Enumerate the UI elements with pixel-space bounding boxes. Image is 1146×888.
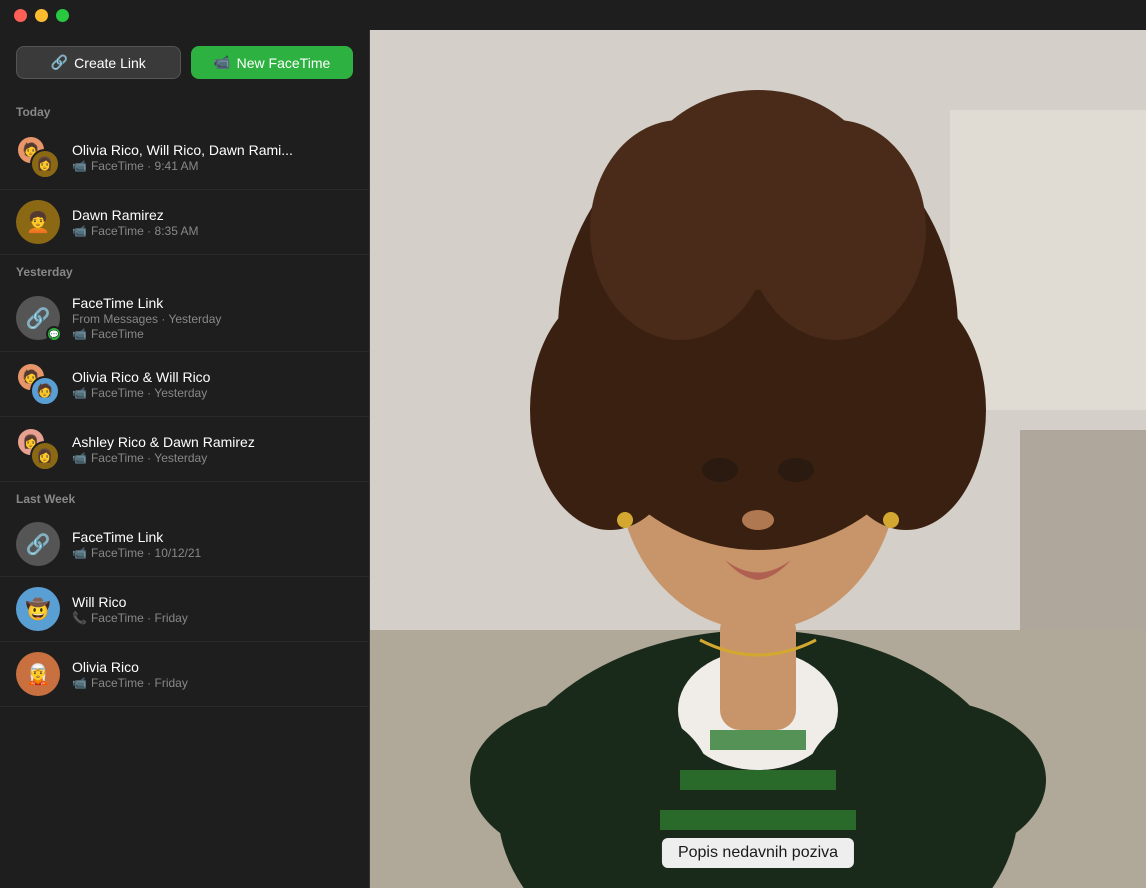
call-info-ashley-dawn: Ashley Rico & Dawn Ramirez 📹 FaceTime · … <box>72 434 353 465</box>
call-item-will[interactable]: 🤠 Will Rico 📞 FaceTime · Friday <box>0 577 369 642</box>
call-meta: 📞 FaceTime · Friday <box>72 611 353 625</box>
section-yesterday: Yesterday <box>0 255 369 285</box>
avatar-group-ashley-dawn: 👩 👩 <box>16 427 60 471</box>
toolbar: 🔗 Create Link 📹 New FaceTime <box>0 30 369 95</box>
call-info-olivia-lastweek: Olivia Rico 📹 FaceTime · Friday <box>72 659 353 690</box>
call-meta: 📹 FaceTime · 8:35 AM <box>72 224 353 238</box>
video-icon: 📹 <box>72 159 87 173</box>
call-meta: 📹 FaceTime · Yesterday <box>72 451 353 465</box>
avatar-olivia-lastweek: 🧝 <box>16 652 60 696</box>
call-name: Olivia Rico <box>72 659 353 675</box>
main-layout: 🔗 Create Link 📹 New FaceTime Today 🧑 👩 O… <box>0 30 1146 888</box>
sidebar: 🔗 Create Link 📹 New FaceTime Today 🧑 👩 O… <box>0 30 370 888</box>
call-name: FaceTime Link <box>72 529 353 545</box>
call-item-olivia-lastweek[interactable]: 🧝 Olivia Rico 📹 FaceTime · Friday <box>0 642 369 707</box>
call-info-olivia-will-dawn: Olivia Rico, Will Rico, Dawn Rami... 📹 F… <box>72 142 353 173</box>
new-facetime-button[interactable]: 📹 New FaceTime <box>191 46 354 79</box>
fullscreen-button[interactable] <box>56 9 69 22</box>
call-item-olivia-will-dawn[interactable]: 🧑 👩 Olivia Rico, Will Rico, Dawn Rami...… <box>0 125 369 190</box>
caption: Popis nedavnih poziva <box>662 838 854 868</box>
call-meta: 📹 FaceTime · Yesterday <box>72 386 353 400</box>
video-icon: 📹 <box>72 546 87 560</box>
call-name: Olivia Rico & Will Rico <box>72 369 353 385</box>
video-icon: 📹 <box>72 327 87 341</box>
video-icon: 📹 <box>72 224 87 238</box>
video-icon: 📹 <box>72 451 87 465</box>
call-meta-from: From Messages · Yesterday <box>72 312 353 326</box>
avatar-group-olivia-will: 🧑 🧑 <box>16 362 60 406</box>
call-meta: 📹 FaceTime · 9:41 AM <box>72 159 353 173</box>
avatar-link-yesterday: 🔗 💬 <box>16 296 60 340</box>
video-icon: 📹 <box>72 676 87 690</box>
messages-badge: 💬 <box>46 326 62 342</box>
camera-background <box>370 30 1146 888</box>
avatar-dawn: 🧑‍🦱 <box>16 200 60 244</box>
camera-view: Popis nedavnih poziva <box>370 30 1146 888</box>
call-meta: 📹 FaceTime · Friday <box>72 676 353 690</box>
avatar-group-olivia-will-dawn: 🧑 👩 <box>16 135 60 179</box>
section-lastweek: Last Week <box>0 482 369 512</box>
avatar-will: 🤠 <box>16 587 60 631</box>
call-info-will: Will Rico 📞 FaceTime · Friday <box>72 594 353 625</box>
call-name: Will Rico <box>72 594 353 610</box>
call-item-facetime-link-yesterday[interactable]: 🔗 💬 FaceTime Link From Messages · Yester… <box>0 285 369 352</box>
call-item-dawn[interactable]: 🧑‍🦱 Dawn Ramirez 📹 FaceTime · 8:35 AM <box>0 190 369 255</box>
call-info-dawn: Dawn Ramirez 📹 FaceTime · 8:35 AM <box>72 207 353 238</box>
video-icon: 📹 <box>72 386 87 400</box>
call-name: Dawn Ramirez <box>72 207 353 223</box>
call-name: Ashley Rico & Dawn Ramirez <box>72 434 353 450</box>
call-name: Olivia Rico, Will Rico, Dawn Rami... <box>72 142 353 158</box>
title-bar <box>0 0 1146 30</box>
video-camera-icon: 📹 <box>213 54 230 71</box>
avatar-link-lastweek: 🔗 <box>16 522 60 566</box>
call-name: FaceTime Link <box>72 295 353 311</box>
close-button[interactable] <box>14 9 27 22</box>
call-item-olivia-will[interactable]: 🧑 🧑 Olivia Rico & Will Rico 📹 FaceTime ·… <box>0 352 369 417</box>
section-today: Today <box>0 95 369 125</box>
call-item-ashley-dawn[interactable]: 👩 👩 Ashley Rico & Dawn Ramirez 📹 FaceTim… <box>0 417 369 482</box>
create-link-label: Create Link <box>74 55 146 71</box>
call-info-olivia-will: Olivia Rico & Will Rico 📹 FaceTime · Yes… <box>72 369 353 400</box>
minimize-button[interactable] <box>35 9 48 22</box>
phone-icon: 📞 <box>72 611 87 625</box>
call-meta-type: 📹 FaceTime <box>72 327 353 341</box>
call-info-link-yesterday: FaceTime Link From Messages · Yesterday … <box>72 295 353 341</box>
create-link-button[interactable]: 🔗 Create Link <box>16 46 181 79</box>
call-info-link-lastweek: FaceTime Link 📹 FaceTime · 10/12/21 <box>72 529 353 560</box>
new-facetime-label: New FaceTime <box>237 55 331 71</box>
call-item-facetime-link-lastweek[interactable]: 🔗 FaceTime Link 📹 FaceTime · 10/12/21 <box>0 512 369 577</box>
call-meta: 📹 FaceTime · 10/12/21 <box>72 546 353 560</box>
link-icon: 🔗 <box>51 54 68 71</box>
